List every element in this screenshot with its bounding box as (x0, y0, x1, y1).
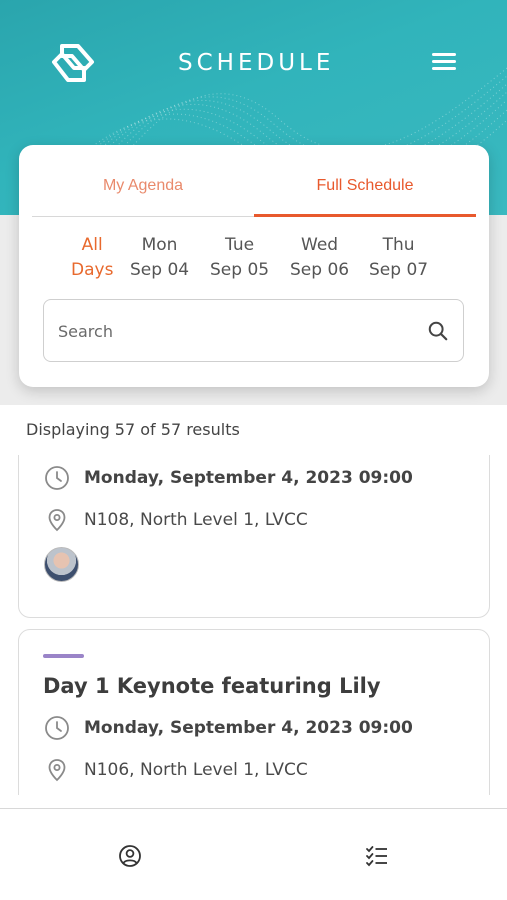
event-location-row: N106, North Level 1, LVCC (44, 756, 308, 784)
event-datetime: Monday, September 4, 2023 09:00 (84, 468, 413, 488)
hamburger-menu-icon[interactable] (432, 53, 460, 75)
event-datetime-row: Monday, September 4, 2023 09:00 (44, 714, 413, 742)
brand-logo-icon[interactable] (48, 40, 98, 90)
event-list[interactable]: Monday, September 4, 2023 09:00 N108, No… (0, 455, 507, 795)
location-pin-icon (48, 759, 66, 782)
search-icon[interactable] (427, 320, 449, 342)
event-card[interactable]: Monday, September 4, 2023 09:00 N108, No… (18, 455, 490, 618)
search-input[interactable] (58, 318, 398, 344)
track-color-bar (43, 654, 84, 658)
day-wed[interactable]: Wed Sep 06 (290, 233, 349, 283)
search-box (43, 299, 464, 362)
day-tue[interactable]: Tue Sep 05 (210, 233, 269, 283)
event-title[interactable]: Day 1 Keynote featuring Lily (43, 674, 381, 698)
day-thu[interactable]: Thu Sep 07 (369, 233, 428, 283)
event-location: N106, North Level 1, LVCC (84, 760, 308, 780)
day-selector: All Days Mon Sep 04 Tue Sep 05 Wed Sep 06 Th… (19, 233, 489, 283)
day-all[interactable]: All Days (71, 233, 113, 283)
schedule-filter-card: My Agenda Full Schedule All Days Mon Sep 0… (19, 145, 489, 387)
clock-icon (45, 716, 69, 740)
event-datetime: Monday, September 4, 2023 09:00 (84, 718, 413, 738)
results-count: Displaying 57 of 57 results (26, 420, 240, 439)
location-pin-icon (48, 509, 66, 532)
tab-full-schedule[interactable]: Full Schedule (254, 165, 476, 217)
event-location: N108, North Level 1, LVCC (84, 510, 308, 530)
bottom-navigation (0, 808, 507, 900)
tab-bar: My Agenda Full Schedule (32, 165, 476, 217)
event-location-row: N108, North Level 1, LVCC (44, 506, 308, 534)
day-mon[interactable]: Mon Sep 04 (130, 233, 189, 283)
speaker-avatar[interactable] (44, 547, 79, 582)
event-card[interactable]: Day 1 Keynote featuring Lily Monday, Sep… (18, 629, 490, 795)
schedule-list-icon[interactable] (364, 843, 390, 869)
event-datetime-row: Monday, September 4, 2023 09:00 (44, 464, 413, 492)
clock-icon (45, 466, 69, 490)
tab-my-agenda[interactable]: My Agenda (32, 165, 254, 217)
profile-icon[interactable] (117, 843, 143, 869)
page-title: SCHEDULE (178, 50, 335, 76)
